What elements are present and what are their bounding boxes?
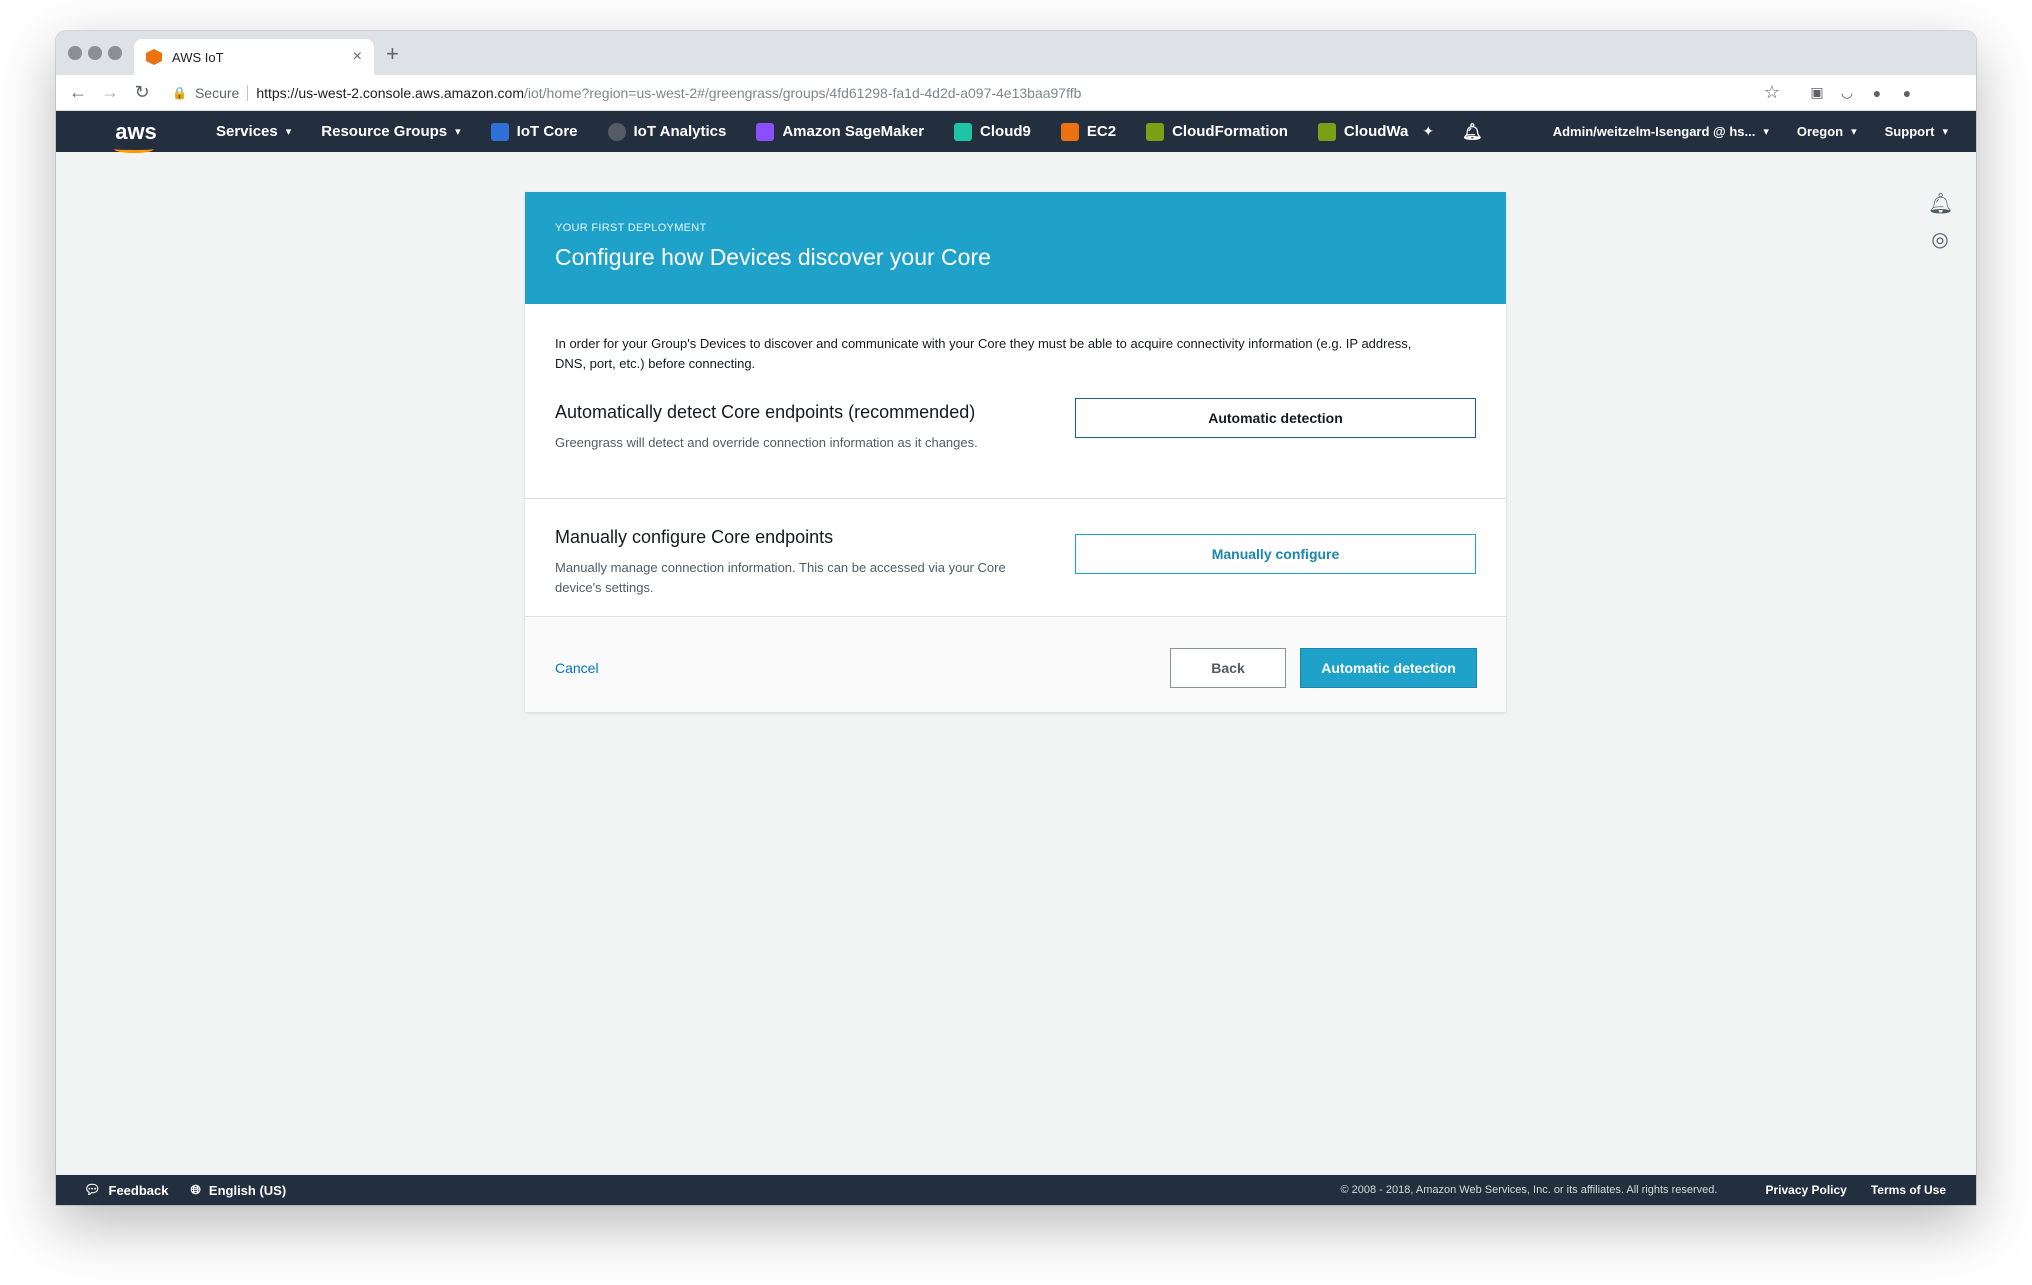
resource-groups-menu[interactable]: Resource Groups ▾ (321, 123, 460, 140)
manual-option-desc: Manually manage connection information. … (555, 560, 1006, 595)
shortcut-label: IoT Core (516, 123, 578, 140)
url-path: /iot/home?region=us-west-2#/greengrass/g… (523, 84, 1082, 101)
cloudformation-icon (1146, 122, 1165, 141)
card-eyebrow: YOUR FIRST DEPLOYMENT (555, 222, 707, 234)
shortcut-cloudformation[interactable]: CloudFormation (1146, 122, 1288, 141)
manually-configure-button[interactable]: Manually configure (1075, 534, 1476, 574)
ec2-icon (1060, 122, 1079, 141)
shortcut-ec2[interactable]: EC2 (1060, 122, 1117, 141)
extension-icon[interactable]: ▣ (1802, 84, 1832, 101)
cancel-link[interactable]: Cancel (555, 660, 599, 676)
manual-config-option: Manually configure Core endpoints Manual… (525, 527, 1506, 607)
services-menu[interactable]: Services ▾ (216, 123, 291, 140)
chevron-down-icon: ▾ (1942, 126, 1948, 138)
shortcut-label: CloudWa (1343, 123, 1409, 140)
aws-logo[interactable]: aws (56, 118, 216, 153)
shortcut-sagemaker[interactable]: Amazon SageMaker (756, 122, 925, 141)
profile-icon[interactable]: ● (1862, 85, 1892, 101)
footer-right: © 2008 - 2018, Amazon Web Services, Inc.… (1340, 1183, 1976, 1197)
console-footer: 💬︎ Feedback 🌐︎ English (US) © 2008 - 201… (56, 1175, 1976, 1205)
terms-of-use-link[interactable]: Terms of Use (1871, 1183, 1946, 1197)
lock-icon: 🔒 (172, 85, 187, 100)
language-selector[interactable]: English (US) (209, 1183, 286, 1198)
side-bell-icon[interactable]: 🔔︎ (1928, 191, 1953, 215)
new-tab-button[interactable]: + (386, 41, 399, 67)
auto-option-desc: Greengrass will detect and override conn… (555, 435, 978, 450)
shortcut-cloudwatch[interactable]: CloudWa (1317, 122, 1409, 141)
shortcut-label: IoT Analytics (633, 123, 727, 140)
tab-title: AWS IoT (172, 49, 224, 65)
side-activity-icon[interactable]: ◎ (1928, 227, 1952, 251)
url-host: https://us-west-2.console.aws.amazon.com (256, 84, 524, 101)
browser-menu-icon[interactable]: ● (1892, 85, 1922, 101)
maximize-window-button[interactable] (108, 46, 122, 60)
page-title: Configure how Devices discover your Core (555, 244, 991, 270)
support-menu[interactable]: Support ▾ (1885, 124, 1948, 139)
globe-icon: 🌐︎ (190, 1182, 201, 1197)
forward-arrow-icon[interactable]: → (94, 82, 126, 103)
chevron-down-icon: ▾ (285, 126, 292, 138)
bookmark-star-icon[interactable]: ☆ (1764, 82, 1780, 103)
aws-top-nav: aws Services ▾ Resource Groups ▾ IoT Cor… (56, 111, 1976, 153)
shortcut-label: EC2 (1086, 123, 1117, 140)
amazon-extension-icon[interactable]: ◡ (1832, 84, 1862, 101)
back-button[interactable]: Back (1170, 648, 1286, 688)
feedback-icon: 💬︎ (84, 1182, 101, 1197)
resource-groups-label: Resource Groups (321, 123, 448, 140)
region-menu[interactable]: Oregon ▾ (1797, 124, 1857, 139)
chevron-down-icon: ▾ (1851, 126, 1857, 138)
aws-iot-favicon-icon (146, 49, 162, 65)
iot-core-icon (490, 122, 509, 141)
shortcut-iot-analytics[interactable]: IoT Analytics (607, 122, 727, 141)
automatic-detection-button[interactable]: Automatic detection (1300, 648, 1477, 688)
cloudwatch-icon (1317, 122, 1336, 141)
secure-label: Secure (194, 84, 240, 101)
browser-toolbar: ← → ↻ 🔒 Secure https://us-west-2.console… (56, 75, 1976, 111)
minimize-window-button[interactable] (88, 46, 102, 60)
aws-logo-text: aws (115, 118, 157, 144)
account-menu[interactable]: Admin/weitzelm-Isengard @ hs... ▾ (1553, 124, 1769, 139)
close-window-button[interactable] (68, 46, 82, 60)
card-header: YOUR FIRST DEPLOYMENT Configure how Devi… (525, 192, 1506, 304)
automatic-detection-option-button[interactable]: Automatic detection (1075, 398, 1476, 438)
deployment-card: YOUR FIRST DEPLOYMENT Configure how Devi… (525, 192, 1506, 712)
shortcut-label: Amazon SageMaker (782, 123, 925, 140)
support-label: Support (1884, 124, 1935, 139)
iot-analytics-icon (607, 122, 626, 141)
option-divider (525, 498, 1506, 499)
tab-strip: AWS IoT × + (56, 31, 1976, 75)
close-tab-icon[interactable]: × (353, 48, 362, 66)
chevron-down-icon: ▾ (455, 126, 461, 138)
sagemaker-icon (756, 122, 775, 141)
account-label: Admin/weitzelm-Isengard @ hs... (1552, 124, 1756, 139)
browser-window: AWS IoT × + ← → ↻ 🔒 Secure https://us-we… (56, 31, 1976, 1205)
nav-right: Admin/weitzelm-Isengard @ hs... ▾ Oregon… (1553, 124, 1976, 139)
reload-icon[interactable]: ↻ (126, 82, 158, 103)
notifications-bell-icon[interactable]: 🔔︎ (1462, 122, 1482, 142)
aws-smile-icon (114, 145, 154, 153)
services-label: Services (216, 123, 278, 140)
shortcut-iot-core[interactable]: IoT Core (490, 122, 578, 141)
footer-left: 💬︎ Feedback 🌐︎ English (US) (56, 1182, 286, 1198)
address-separator (247, 84, 249, 101)
shortcut-label: CloudFormation (1172, 123, 1288, 140)
auto-detect-option: Automatically detect Core endpoints (rec… (525, 398, 1506, 480)
feedback-link[interactable]: Feedback (109, 1183, 169, 1198)
copyright-text: © 2008 - 2018, Amazon Web Services, Inc.… (1340, 1184, 1718, 1196)
shortcut-cloud9[interactable]: Cloud9 (954, 122, 1031, 141)
address-bar[interactable]: 🔒 Secure https://us-west-2.console.aws.a… (172, 78, 1802, 107)
cloud9-icon (954, 122, 973, 141)
privacy-policy-link[interactable]: Privacy Policy (1765, 1183, 1846, 1197)
browser-tab[interactable]: AWS IoT × (134, 39, 374, 75)
pin-icon[interactable]: ✦ (1422, 123, 1434, 140)
back-arrow-icon[interactable]: ← (62, 82, 94, 103)
chevron-down-icon: ▾ (1763, 126, 1769, 138)
region-label: Oregon (1796, 124, 1844, 139)
intro-text: In order for your Group's Devices to dis… (555, 336, 1412, 371)
card-footer: Cancel Back Automatic detection (525, 616, 1506, 712)
shortcut-label: Cloud9 (980, 123, 1031, 140)
